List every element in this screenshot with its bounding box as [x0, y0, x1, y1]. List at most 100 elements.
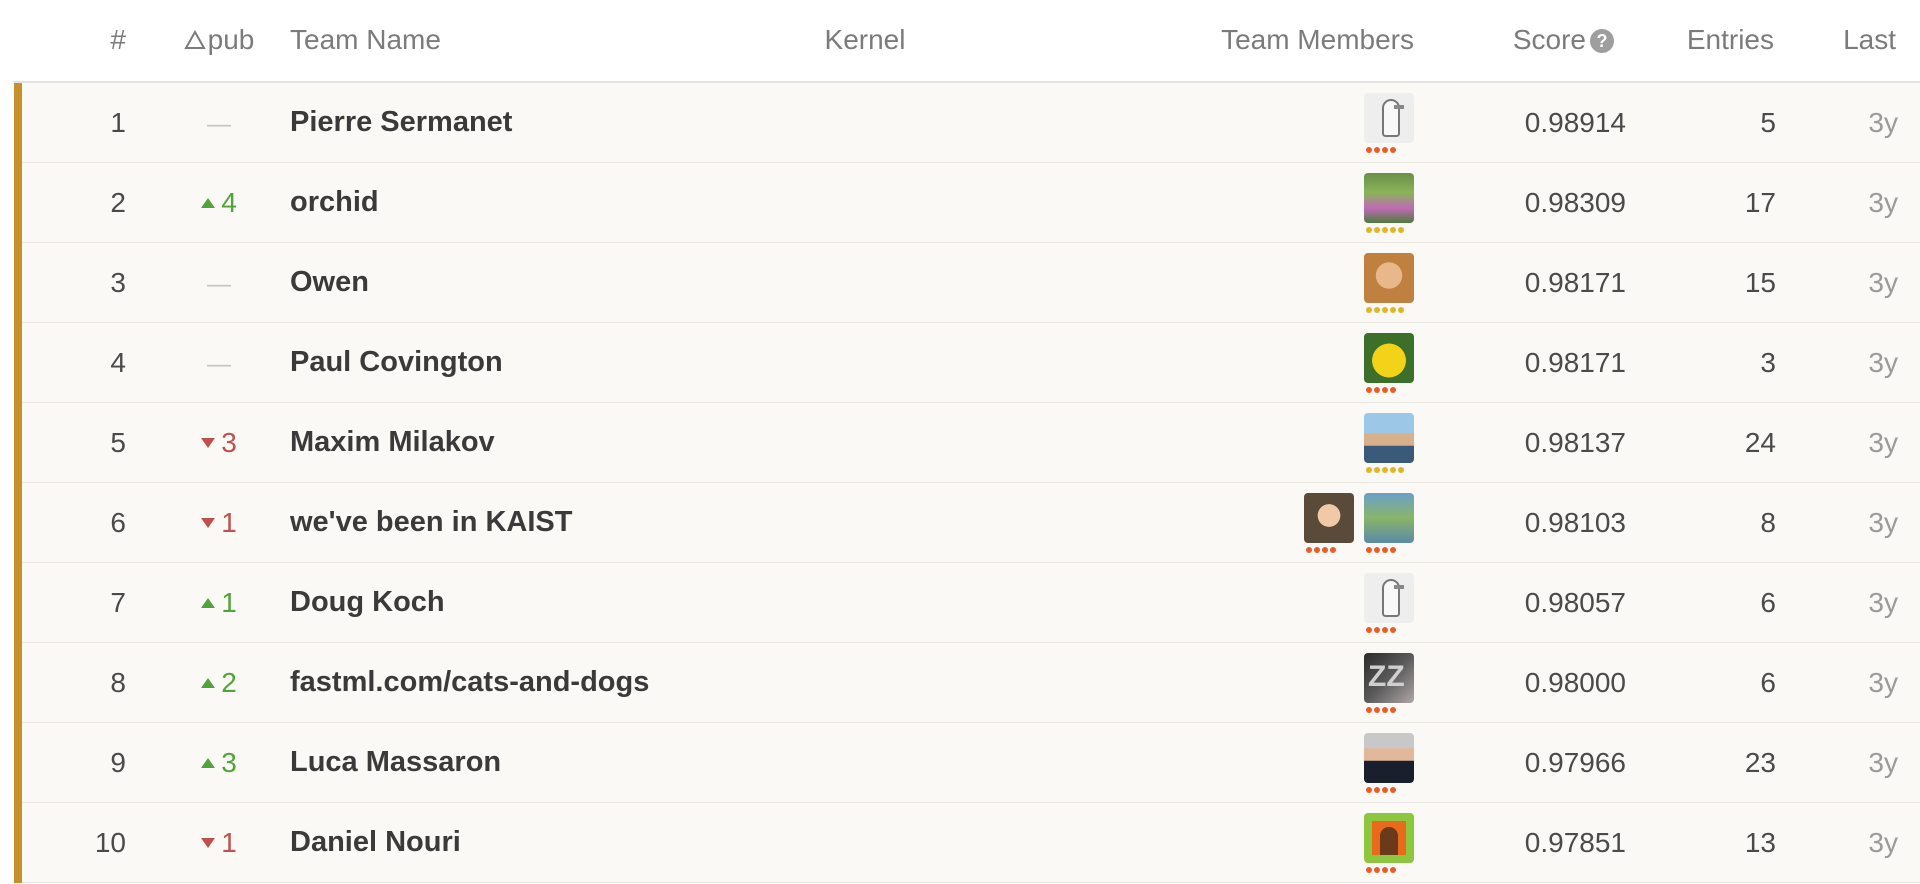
tier-dots-icon: [1366, 307, 1406, 313]
member-avatar-link[interactable]: [1304, 493, 1354, 555]
tier-dots-icon: [1366, 787, 1406, 793]
avatar: [1364, 93, 1414, 143]
rank-cell: 3: [110, 267, 126, 298]
header-rank[interactable]: #: [14, 24, 126, 56]
team-name-link[interactable]: fastml.com/cats-and-dogs: [290, 643, 649, 722]
delta-cell: 1: [169, 483, 269, 562]
team-name-link[interactable]: Pierre Sermanet: [290, 83, 512, 162]
entries-cell: 17: [1744, 187, 1776, 218]
table-row[interactable]: 9 3 Luca Massaron 0.97966 23 3y: [14, 723, 1920, 803]
rank-cell: 9: [110, 747, 126, 778]
member-avatar-link[interactable]: [1364, 493, 1414, 555]
header-team-members: Team Members: [1221, 24, 1414, 55]
table-row[interactable]: 4 — Paul Covington 0.98171 3 3y: [14, 323, 1920, 403]
avatar: [1364, 333, 1414, 383]
last-submission-cell[interactable]: 3y: [1784, 563, 1898, 642]
rank-cell: 8: [110, 667, 126, 698]
header-score[interactable]: Score?: [1494, 24, 1614, 56]
score-cell: 0.98137: [1524, 427, 1626, 458]
member-avatar-link[interactable]: [1364, 653, 1414, 715]
rank-cell: 4: [110, 347, 126, 378]
table-row[interactable]: 7 1 Doug Koch 0.98057 6 3y: [14, 563, 1920, 643]
score-cell: 0.98171: [1524, 347, 1626, 378]
tier-dots-icon: [1366, 147, 1406, 153]
avatar: [1364, 173, 1414, 223]
entries-cell: 23: [1744, 747, 1776, 778]
table-row[interactable]: 1 — Pierre Sermanet 0.98914 5 3y: [14, 83, 1920, 163]
avatar: [1304, 493, 1354, 543]
delta-cell: 1: [169, 803, 269, 882]
entries-cell: 3: [1760, 347, 1776, 378]
leaderboard-page: # pub Team Name Kernel Team Members Scor…: [0, 0, 1920, 884]
score-cell: 0.98914: [1524, 107, 1626, 138]
tier-dots-icon: [1306, 547, 1346, 553]
member-avatar-link[interactable]: [1364, 413, 1414, 475]
score-cell: 0.98309: [1524, 187, 1626, 218]
team-name-link[interactable]: we've been in KAIST: [290, 483, 572, 562]
last-submission-cell[interactable]: 3y: [1784, 723, 1898, 802]
last-submission-cell[interactable]: 3y: [1784, 643, 1898, 722]
delta-value: 4: [221, 187, 237, 218]
tier-dots-icon: [1366, 227, 1406, 233]
score-cell: 0.98103: [1524, 507, 1626, 538]
last-submission-cell[interactable]: 3y: [1784, 803, 1898, 882]
last-submission-cell[interactable]: 3y: [1784, 243, 1898, 322]
member-avatar-link[interactable]: [1364, 173, 1414, 235]
table-row[interactable]: 8 2 fastml.com/cats-and-dogs 0.98000 6 3y: [14, 643, 1920, 723]
table-row[interactable]: 3 — Owen 0.98171 15 3y: [14, 243, 1920, 323]
header-delta[interactable]: pub: [169, 24, 269, 56]
last-submission-cell[interactable]: 3y: [1784, 323, 1898, 402]
delta-value: 1: [221, 587, 237, 618]
team-name-link[interactable]: Paul Covington: [290, 323, 503, 402]
team-name-link[interactable]: orchid: [290, 163, 379, 242]
team-name-link[interactable]: Maxim Milakov: [290, 403, 495, 482]
team-members: [1364, 733, 1414, 795]
table-row[interactable]: 10 1 Daniel Nouri 0.97851 13 3y: [14, 803, 1920, 883]
avatar: [1364, 573, 1414, 623]
leaderboard-rows: 1— Pierre Sermanet 0.98914 5 3y 2 4 orchid 0.983…: [14, 83, 1920, 883]
last-submission-cell[interactable]: 3y: [1784, 483, 1898, 562]
no-change-dash: —: [207, 351, 231, 378]
header-kernel[interactable]: Kernel: [810, 24, 920, 56]
team-name-link[interactable]: Owen: [290, 243, 369, 322]
delta-value: 2: [221, 667, 237, 698]
last-submission-cell[interactable]: 3y: [1784, 403, 1898, 482]
entries-cell: 15: [1744, 267, 1776, 298]
score-cell: 0.98000: [1524, 667, 1626, 698]
table-row[interactable]: 5 3 Maxim Milakov 0.98137 24 3y: [14, 403, 1920, 483]
header-score-label: Score: [1512, 24, 1586, 55]
avatar: [1364, 653, 1414, 703]
header-team-name[interactable]: Team Name: [290, 24, 441, 56]
last-submission-cell[interactable]: 3y: [1784, 163, 1898, 242]
tier-dots-icon: [1366, 387, 1406, 393]
tier-dots-icon: [1366, 867, 1406, 873]
delta-value: 3: [221, 747, 237, 778]
team-name-link[interactable]: Luca Massaron: [290, 723, 501, 802]
member-avatar-link[interactable]: [1364, 573, 1414, 635]
table-row[interactable]: 2 4 orchid 0.98309 17 3y: [14, 163, 1920, 243]
help-icon[interactable]: ?: [1590, 29, 1614, 53]
score-cell: 0.98171: [1524, 267, 1626, 298]
team-members: [1364, 573, 1414, 635]
delta-value: 3: [221, 427, 237, 458]
member-avatar-link[interactable]: [1364, 733, 1414, 795]
last-submission-cell[interactable]: 3y: [1784, 83, 1898, 162]
rank-cell: 7: [110, 587, 126, 618]
avatar: [1364, 253, 1414, 303]
table-row[interactable]: 6 1 we've been in KAIST 0.98103 8 3y: [14, 483, 1920, 563]
member-avatar-link[interactable]: [1364, 253, 1414, 315]
caret-up-icon: [201, 758, 216, 768]
header-entries[interactable]: Entries: [1634, 24, 1774, 56]
delta-cell: —: [169, 323, 269, 402]
caret-up-icon: [201, 598, 216, 608]
avatar: [1364, 493, 1414, 543]
member-avatar-link[interactable]: [1364, 93, 1414, 155]
avatar: [1364, 733, 1414, 783]
team-name-link[interactable]: Doug Koch: [290, 563, 445, 642]
entries-cell: 6: [1760, 587, 1776, 618]
delta-cell: 3: [169, 403, 269, 482]
header-last[interactable]: Last: [1784, 24, 1896, 56]
team-name-link[interactable]: Daniel Nouri: [290, 803, 461, 882]
member-avatar-link[interactable]: [1364, 813, 1414, 875]
member-avatar-link[interactable]: [1364, 333, 1414, 395]
